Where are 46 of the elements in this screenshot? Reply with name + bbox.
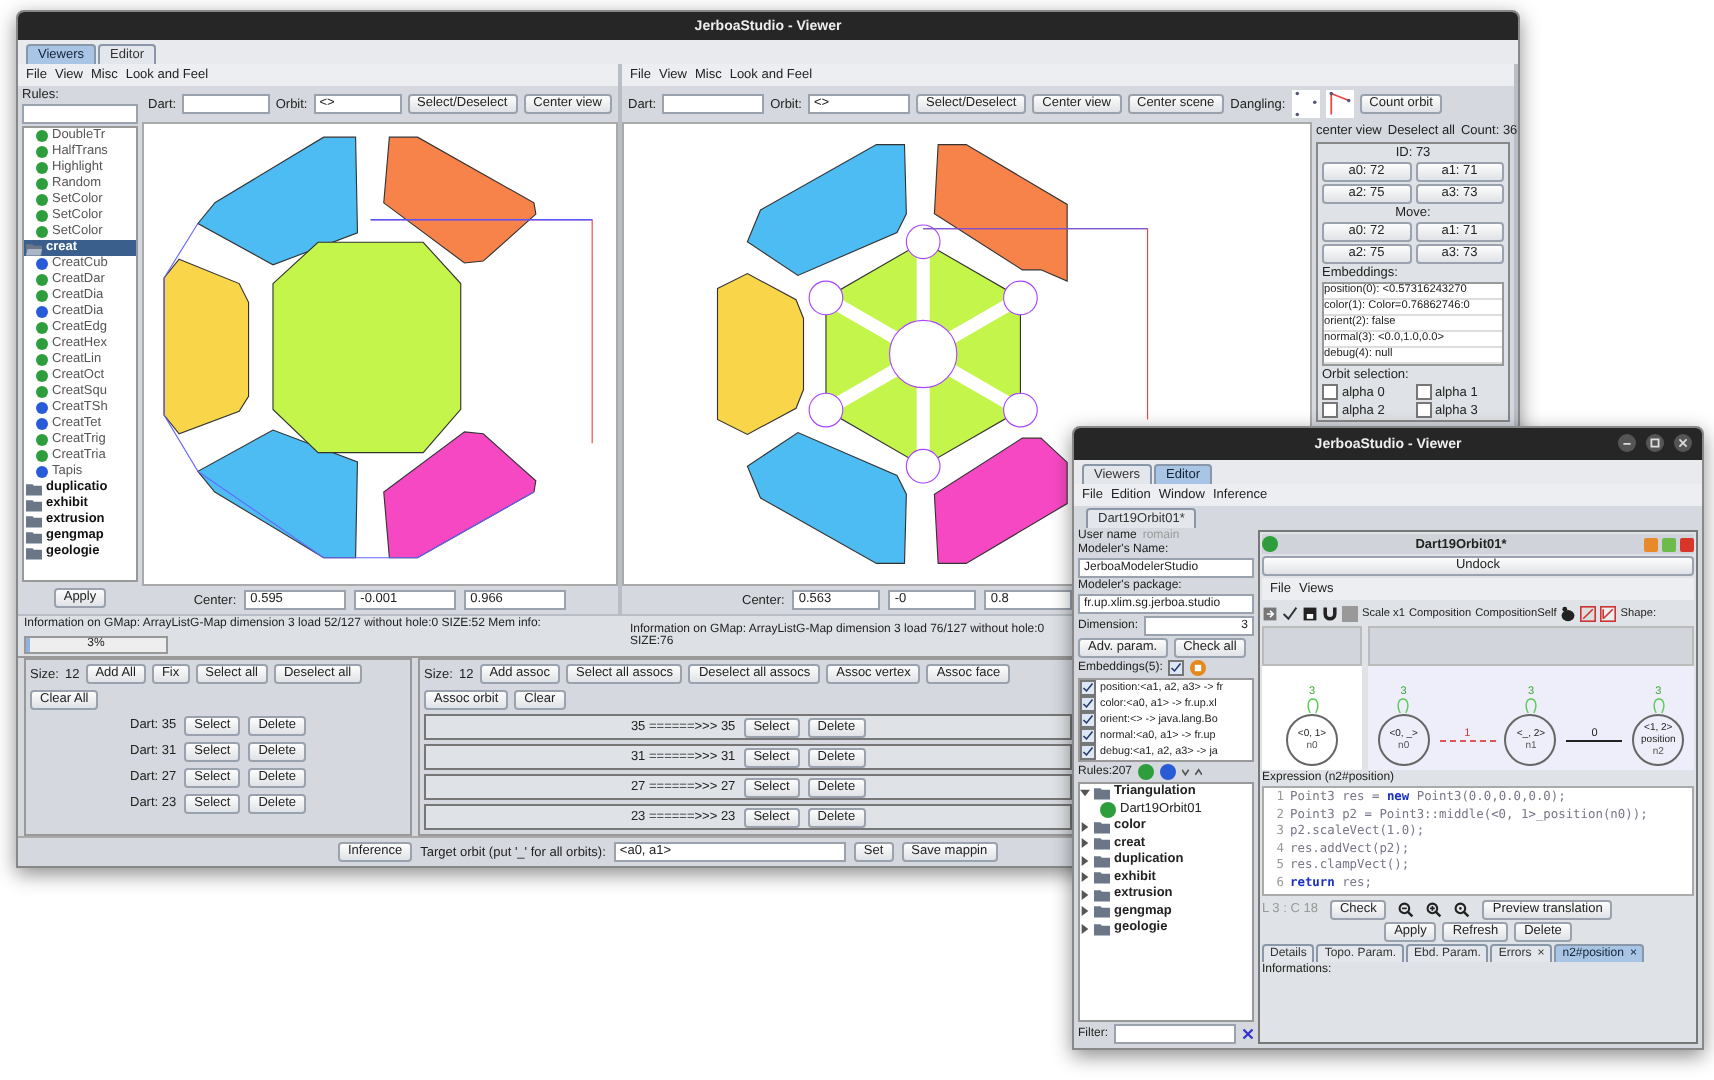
loop-arc (1305, 698, 1319, 714)
checkbox[interactable] (1080, 744, 1096, 760)
new-script-icon[interactable] (1160, 764, 1177, 780)
checkbox[interactable] (1415, 384, 1431, 400)
no-edit-icon[interactable] (1580, 605, 1597, 621)
filter-field[interactable] (1114, 1024, 1236, 1044)
loop-arc (1651, 698, 1666, 714)
graph-header-panel (1262, 626, 1362, 666)
expand-toggle-icon[interactable] (1080, 889, 1090, 900)
maximize-icon[interactable] (1646, 434, 1664, 452)
dart-field[interactable] (182, 94, 270, 114)
magnet-icon[interactable] (1322, 605, 1338, 621)
checkbox[interactable] (1168, 660, 1185, 676)
search-field[interactable] (22, 104, 138, 124)
checkbox[interactable] (1322, 402, 1338, 418)
checkbox[interactable] (1080, 680, 1096, 696)
export-icon[interactable] (1262, 605, 1278, 621)
zoom-reset-icon[interactable] (1454, 901, 1471, 917)
dart-preview-icon (1291, 90, 1320, 118)
save-icon[interactable] (1302, 605, 1318, 621)
checkbox[interactable] (1080, 712, 1096, 728)
sort-icon[interactable] (1182, 767, 1203, 777)
checkbox[interactable] (1080, 696, 1096, 712)
expand-toggle-icon[interactable] (1080, 855, 1090, 866)
check-icon[interactable] (1282, 605, 1298, 621)
close-icon[interactable] (1674, 434, 1692, 452)
expand-toggle-icon[interactable] (1080, 923, 1090, 934)
zoom-in-icon[interactable] (1426, 901, 1443, 917)
no-line-icon[interactable] (1600, 605, 1617, 621)
dart-field[interactable] (662, 94, 765, 114)
folder-icon (26, 241, 42, 255)
zoom-out-icon[interactable] (1398, 901, 1415, 917)
expand-toggle-icon[interactable] (1080, 906, 1090, 917)
edge-line (1566, 740, 1623, 742)
checkbox[interactable] (1415, 402, 1431, 418)
minimize-icon[interactable] (1618, 434, 1636, 452)
expand-toggle-icon[interactable] (1080, 872, 1090, 883)
checkbox[interactable] (1080, 728, 1096, 744)
clear-icon[interactable] (1242, 1028, 1254, 1040)
edge-line (1439, 740, 1496, 742)
checkbox[interactable] (1322, 384, 1338, 400)
loop-arc (1523, 698, 1538, 714)
expand-toggle-icon[interactable] (1080, 838, 1090, 849)
folder-icon (1094, 785, 1110, 800)
loop-arc (1396, 698, 1411, 714)
dart-link-icon (1325, 90, 1354, 118)
